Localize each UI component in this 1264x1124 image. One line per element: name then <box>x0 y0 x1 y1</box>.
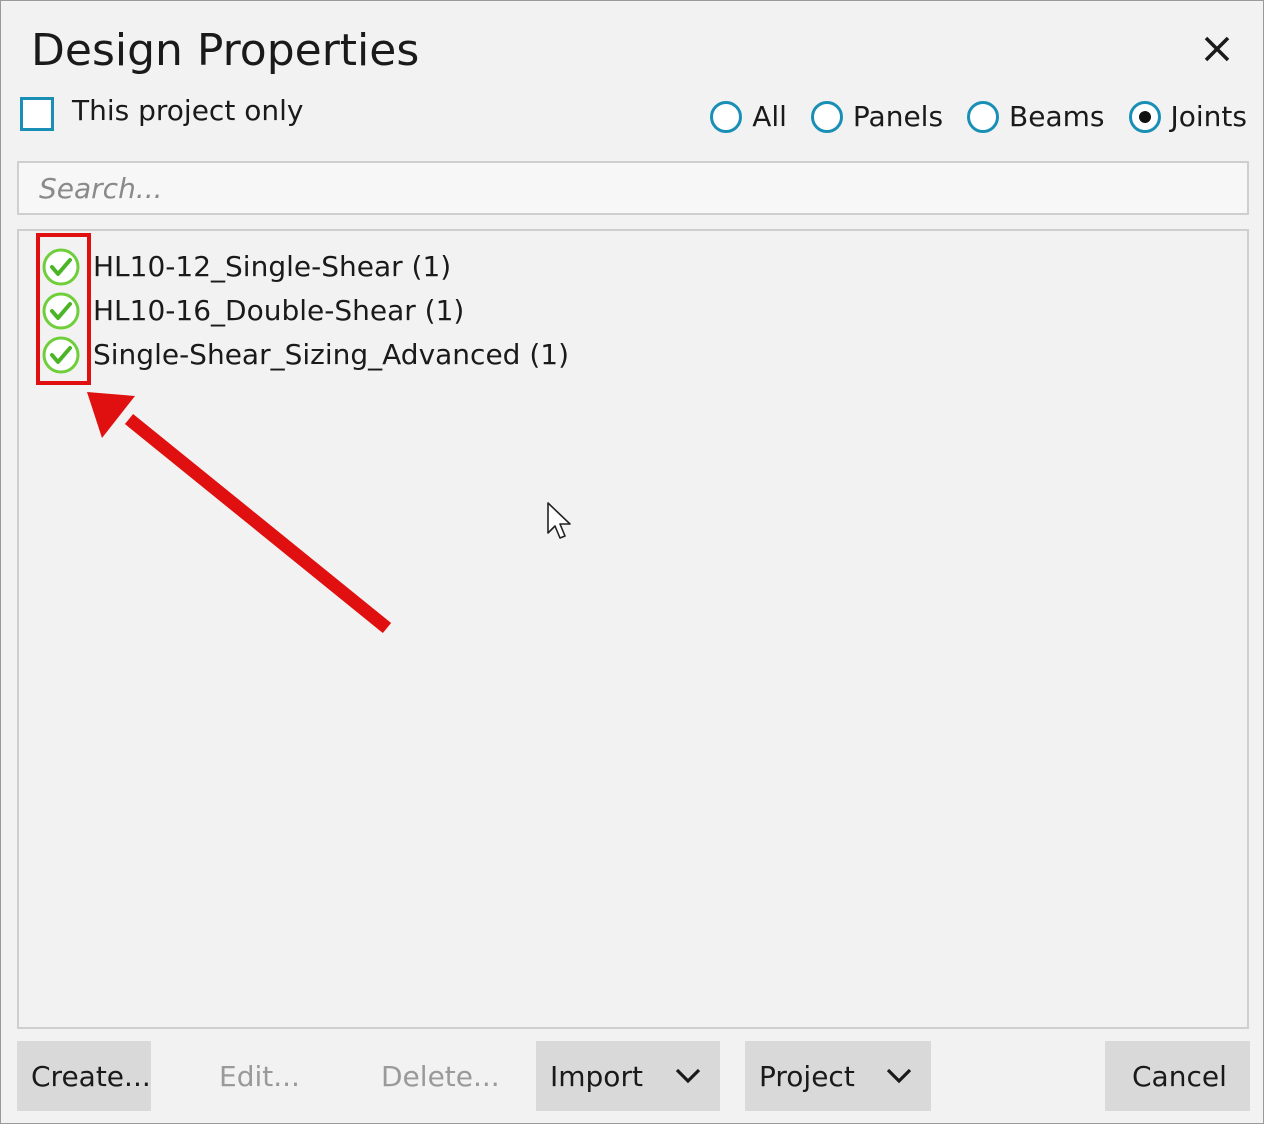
radio-joints-label: Joints <box>1170 100 1247 133</box>
list-item-label: HL10-12_Single-Shear (1) <box>93 250 452 283</box>
list-item[interactable]: Single-Shear_Sizing_Advanced (1) <box>41 333 569 377</box>
cancel-button-label: Cancel <box>1132 1059 1227 1093</box>
list-item-label: HL10-16_Double-Shear (1) <box>93 294 465 327</box>
radio-button-selected[interactable] <box>1128 101 1161 133</box>
project-button-label: Project <box>759 1059 855 1093</box>
cancel-button[interactable]: Cancel <box>1105 1041 1250 1111</box>
radio-beams[interactable]: Beams <box>967 99 1105 135</box>
dialog-title: Design Properties <box>31 25 420 76</box>
radio-button[interactable] <box>710 101 743 133</box>
radio-all-label: All <box>752 100 787 133</box>
radio-all[interactable]: All <box>710 99 787 135</box>
import-dropdown-button[interactable]: Import <box>536 1041 720 1111</box>
delete-button[interactable]: Delete... <box>365 1041 505 1111</box>
chevron-down-icon <box>886 1068 912 1084</box>
radio-joints[interactable]: Joints <box>1128 99 1247 135</box>
list-item-label: Single-Shear_Sizing_Advanced (1) <box>93 338 570 371</box>
project-only-label: This project only <box>72 94 304 127</box>
radio-button[interactable] <box>810 101 843 133</box>
list-item[interactable]: HL10-16_Double-Shear (1) <box>41 289 464 333</box>
radio-panels-label: Panels <box>852 100 944 133</box>
check-circle-icon <box>41 335 81 375</box>
check-circle-icon <box>41 291 81 331</box>
radio-button[interactable] <box>967 101 1000 133</box>
project-only-checkbox[interactable]: This project only <box>20 94 304 133</box>
type-filter-radio-group: All Panels Beams Joints <box>686 97 1247 137</box>
design-properties-list[interactable]: HL10-12_Single-Shear (1) HL10-16_Double-… <box>17 229 1249 1029</box>
chevron-down-icon <box>675 1068 701 1084</box>
create-button-label: Create... <box>31 1059 151 1093</box>
edit-button-label: Edit... <box>219 1059 300 1093</box>
radio-beams-label: Beams <box>1009 100 1105 133</box>
checkbox-box[interactable] <box>20 97 54 131</box>
list-item[interactable]: HL10-12_Single-Shear (1) <box>41 245 451 289</box>
edit-button[interactable]: Edit... <box>203 1041 313 1111</box>
check-circle-icon <box>41 247 81 287</box>
design-properties-dialog: Design Properties This project only All … <box>0 0 1264 1124</box>
radio-panels[interactable]: Panels <box>810 99 944 135</box>
close-button[interactable] <box>1191 27 1243 71</box>
radio-selected-dot <box>1138 111 1151 123</box>
project-dropdown-button[interactable]: Project <box>745 1041 931 1111</box>
delete-button-label: Delete... <box>381 1059 500 1093</box>
search-input[interactable] <box>17 161 1249 215</box>
create-button[interactable]: Create... <box>17 1041 151 1111</box>
close-icon <box>1204 36 1230 62</box>
import-button-label: Import <box>550 1059 643 1093</box>
